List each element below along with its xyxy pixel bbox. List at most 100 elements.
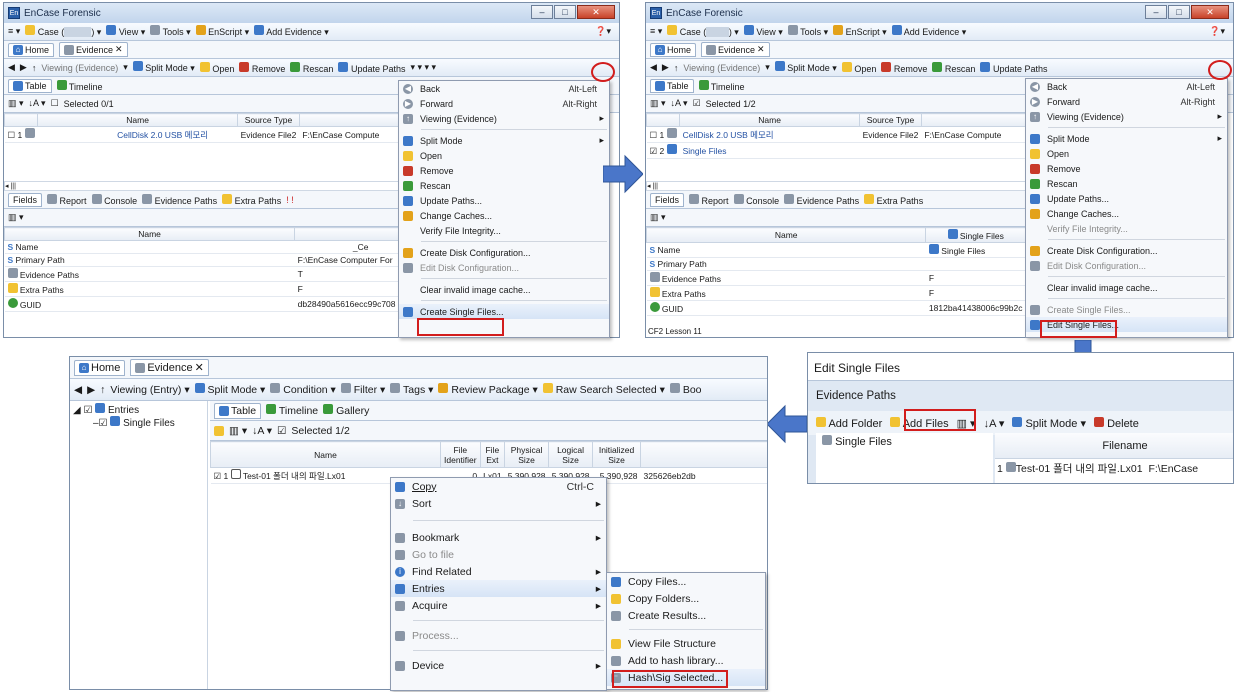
menu-rescan[interactable]: Rescan (399, 178, 609, 193)
field-row[interactable]: S Primary Path F:\EnCase Computer For (4, 253, 399, 267)
minimize-button[interactable]: – (531, 5, 553, 19)
split-mode-button[interactable]: Split Mode ▾ (774, 61, 837, 74)
col-name[interactable]: Name (37, 113, 239, 127)
col-name[interactable]: Name (679, 113, 861, 127)
menu-process[interactable]: Process... (391, 627, 606, 644)
menu-edit-disk-config[interactable]: Edit Disk Configuration... (1026, 258, 1227, 273)
menu-edit-disk-config[interactable]: Edit Disk Configuration... (399, 260, 609, 275)
menu-create-single-files[interactable]: Create Single Files... (399, 304, 609, 319)
menu-split-mode[interactable]: Split Mode ▸ (399, 133, 609, 148)
tree-node-entries[interactable]: ◢ ☑ Entries (73, 403, 204, 416)
menu-create-single-files[interactable]: Create Single Files... (1026, 302, 1227, 317)
menu-add-evidence[interactable]: Add Evidence ▾ (254, 25, 329, 38)
horizontal-scrollbar[interactable]: ◂ ||| (646, 181, 1026, 191)
menu-clear-cache[interactable]: Clear invalid image cache... (399, 282, 609, 297)
menu-case[interactable]: Case (xxxxxx) ▾ (25, 25, 101, 38)
bookmark-icons[interactable]: ! ! (286, 195, 294, 205)
tab-fields[interactable]: Fields (8, 192, 43, 207)
tree-node-single-files[interactable]: –☑ Single Files (73, 416, 204, 429)
col-logical-size[interactable]: Logical Size (548, 441, 594, 468)
menu-viewing[interactable]: ↑ Viewing (Evidence) ▸ (399, 111, 609, 126)
menu-case[interactable]: Case (xxxxx) ▾ (667, 25, 739, 38)
menu-remove[interactable]: Remove (1026, 161, 1227, 176)
col-filename[interactable]: Filename (995, 433, 1233, 459)
tab-extra-paths[interactable]: Extra Paths (864, 193, 923, 206)
split-mode-button[interactable]: Split Mode ▾ (132, 61, 195, 74)
col-source-type[interactable]: Source Type (237, 113, 300, 127)
rescan-button[interactable]: Rescan (932, 61, 975, 74)
menu-rescan[interactable]: Rescan (1026, 176, 1227, 191)
raw-search-button[interactable]: Raw Search Selected ▾ (542, 383, 665, 396)
tab-table[interactable]: Table (650, 78, 694, 93)
col-initialized-size[interactable]: Initialized Size (592, 441, 642, 468)
help-icon[interactable]: ❓▾ (595, 26, 611, 37)
menu-forward[interactable]: ▶ Forward Alt-Right (1026, 94, 1227, 109)
tab-evidence-paths[interactable]: Evidence Paths (142, 193, 217, 206)
menu-change-caches[interactable]: Change Caches... (399, 208, 609, 223)
menu-update-paths[interactable]: Update Paths... (1026, 191, 1227, 206)
review-package-button[interactable]: Review Package ▾ (438, 383, 538, 396)
tab-home[interactable]: ⌂ Home (74, 359, 126, 376)
pin-icon[interactable] (214, 425, 224, 436)
menu-device[interactable]: Device ▸ (391, 657, 606, 674)
col-file-identifier[interactable]: File Identifier (440, 441, 481, 468)
menu-copy-files[interactable]: Copy Files... (607, 573, 765, 590)
tab-report[interactable]: Report (689, 193, 729, 206)
open-button[interactable]: Open (841, 61, 876, 74)
menu-verify[interactable]: Verify File Integrity... (1026, 221, 1227, 236)
table-row[interactable]: 1 Test-01 폴더 내의 파일.Lx01 F:\EnCase (995, 459, 1233, 479)
field-row[interactable]: S Name xxxxxxxxxxxxx_Ce (4, 240, 399, 254)
update-paths-button[interactable]: Update Paths (338, 61, 406, 74)
menu-view[interactable]: View ▾ (743, 25, 783, 38)
menu-forward[interactable]: ▶ Forward Alt-Right (399, 96, 609, 111)
menu-enscript[interactable]: EnScript ▾ (833, 25, 887, 38)
tab-timeline[interactable]: Timeline (56, 79, 103, 92)
menu-add-to-hash-library[interactable]: Add to hash library... (607, 652, 765, 669)
menu-verify[interactable]: Verify File Integrity... (399, 223, 609, 238)
menu-copy[interactable]: Copy Ctrl-C (391, 478, 606, 495)
condition-button[interactable]: Condition ▾ (270, 383, 336, 396)
menu-viewing[interactable]: ↑ Viewing (Evidence) ▸ (1026, 109, 1227, 124)
menu-tools[interactable]: Tools ▾ (150, 25, 191, 38)
tab-console[interactable]: Console (733, 193, 779, 206)
field-row[interactable]: S Primary Path (646, 257, 1026, 271)
menu-split-mode[interactable]: Split Mode ▸ (1026, 131, 1227, 146)
col-file-ext[interactable]: File Ext (479, 441, 506, 468)
tab-timeline[interactable]: Timeline (698, 79, 745, 92)
back-arrow-icon[interactable]: ◀ (8, 62, 15, 73)
minimize-button[interactable]: – (1145, 5, 1167, 19)
remove-button[interactable]: Remove (881, 61, 927, 74)
selected-checkbox[interactable]: ☐ (51, 98, 59, 109)
menu-create-results[interactable]: Create Results... (607, 607, 765, 624)
tab-home[interactable]: ⌂ Home (650, 42, 697, 57)
tags-button[interactable]: Tags ▾ (390, 383, 433, 396)
delete-button[interactable]: Delete (1094, 416, 1139, 430)
tab-home[interactable]: ⌂ Home (8, 42, 55, 57)
col-source-type[interactable]: Source Type (859, 113, 922, 127)
table-row[interactable]: ☐ 1 xxxxxxxxxxxxxxxxxxCellDisk 2.0 USB 메… (4, 126, 399, 143)
tree-node-single-files[interactable]: Single Files (822, 435, 892, 448)
bookmark-button[interactable]: Boo (669, 383, 702, 396)
sort-icon[interactable]: ↓A ▾ (984, 417, 1005, 430)
col-name[interactable]: Name (210, 441, 441, 468)
selected-checkbox[interactable]: ☑ (277, 425, 286, 437)
split-mode-button[interactable]: Split Mode ▾ (194, 383, 265, 396)
up-icon[interactable]: ↑ (100, 384, 105, 396)
remove-button[interactable]: Remove (239, 61, 285, 74)
sort-icon[interactable]: ↓A ▾ (252, 425, 272, 437)
menu-go-to-file[interactable]: Go to file (391, 546, 606, 563)
maximize-button[interactable]: □ (554, 5, 576, 19)
field-row[interactable]: Evidence Paths T (4, 266, 399, 282)
menu-icon[interactable]: ≡ ▾ (650, 26, 662, 37)
columns-icon[interactable]: ▥ ▾ (8, 212, 24, 223)
up-icon[interactable]: ↑ (674, 63, 679, 73)
table-row[interactable]: ☐ 1 CellDisk 2.0 USB 메모리 Evidence File2 F:… (646, 126, 1026, 143)
columns-icon[interactable]: ▥ ▾ (8, 98, 24, 109)
close-button[interactable]: ✕ (577, 5, 615, 19)
menu-enscript[interactable]: EnScript ▾ (195, 25, 249, 38)
menu-bookmark[interactable]: Bookmark ▸ (391, 529, 606, 546)
menu-change-caches[interactable]: Change Caches... (1026, 206, 1227, 221)
back-arrow-icon[interactable]: ◀ (650, 62, 657, 73)
update-paths-button[interactable]: Update Paths (980, 61, 1048, 74)
menu-open[interactable]: Open (399, 148, 609, 163)
